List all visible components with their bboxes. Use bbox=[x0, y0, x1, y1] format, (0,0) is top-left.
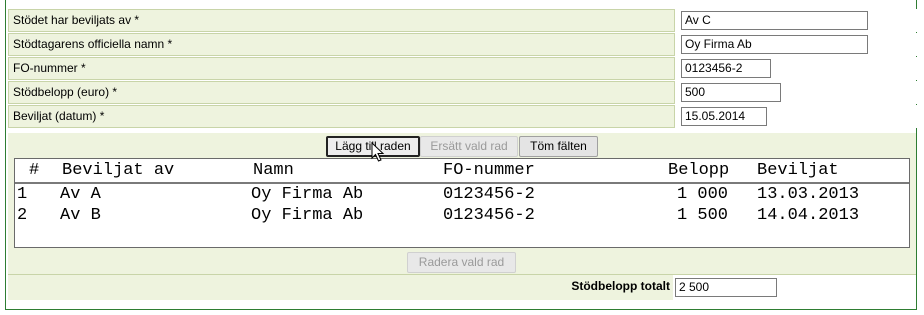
list-cell-amount: 1 500 bbox=[677, 206, 729, 225]
field-label-granted-by: Stödet har beviljats av * bbox=[13, 13, 140, 27]
list-item[interactable]: 2 Av B Oy Firma Ab 0123456-2 1 500 14.04… bbox=[15, 206, 909, 227]
granted-date-input[interactable]: 15.05.2014 bbox=[681, 107, 767, 126]
field-label-amount: Stödbelopp (euro) * bbox=[13, 85, 118, 99]
granted-by-input[interactable]: Av C bbox=[681, 11, 868, 30]
list-header-business-id: FO-nummer bbox=[443, 161, 535, 180]
field-label-official-name: Stödtagarens officiella namn * bbox=[13, 37, 173, 51]
list-cell-name: Oy Firma Ab bbox=[251, 185, 364, 204]
list-area: # Beviljat av Namn FO-nummer Belopp Bevi… bbox=[8, 157, 916, 252]
field-label-granted-date: Beviljat (datum) * bbox=[13, 109, 105, 123]
list-header-name: Namn bbox=[253, 161, 294, 180]
list-header-number: # bbox=[29, 161, 40, 180]
field-row-granted-by: Stödet har beviljats av * Av C bbox=[8, 9, 917, 32]
field-row-amount: Stödbelopp (euro) * 500 bbox=[8, 81, 917, 104]
button-row: Lägg till raden Ersätt vald rad Töm fält… bbox=[8, 133, 916, 157]
list-header-amount: Belopp bbox=[668, 161, 730, 180]
list-header-granted-by: Beviljat av bbox=[62, 161, 175, 180]
clear-fields-button[interactable]: Töm fälten bbox=[519, 136, 598, 157]
list-cell-name: Oy Firma Ab bbox=[251, 206, 364, 225]
list-cell-business-id: 0123456-2 bbox=[443, 185, 535, 204]
list-cell-business-id: 0123456-2 bbox=[443, 206, 535, 225]
mouse-cursor-icon bbox=[371, 142, 385, 162]
total-label: Stödbelopp totalt bbox=[571, 279, 670, 293]
list-item[interactable]: 1 Av A Oy Firma Ab 0123456-2 1 000 13.03… bbox=[15, 185, 909, 206]
replace-row-button[interactable]: Ersätt vald rad bbox=[420, 136, 518, 157]
business-id-input[interactable]: 0123456-2 bbox=[681, 59, 771, 78]
list-cell-granted-date: 14.04.2013 bbox=[757, 206, 860, 225]
total-row: Stödbelopp totalt 2 500 bbox=[8, 274, 916, 300]
field-row-business-id: FO-nummer * 0123456-2 bbox=[8, 57, 917, 80]
list-cell-granted-by: Av B bbox=[60, 206, 101, 225]
delete-row-area: Radera vald rad bbox=[8, 251, 916, 274]
list-cell-number: 1 bbox=[17, 185, 28, 204]
field-row-granted-date: Beviljat (datum) * 15.05.2014 bbox=[8, 105, 917, 128]
official-name-input[interactable]: Oy Firma Ab bbox=[681, 35, 868, 54]
field-row-official-name: Stödtagarens officiella namn * Oy Firma … bbox=[8, 33, 917, 56]
field-label-business-id: FO-nummer * bbox=[13, 61, 86, 75]
list-header-granted-date: Beviljat bbox=[757, 161, 839, 180]
list-cell-granted-by: Av A bbox=[60, 185, 101, 204]
delete-row-button[interactable]: Radera vald rad bbox=[407, 252, 516, 273]
amount-input[interactable]: 500 bbox=[681, 83, 781, 102]
list-header: # Beviljat av Namn FO-nummer Belopp Bevi… bbox=[15, 159, 909, 184]
granted-aid-list[interactable]: # Beviljat av Namn FO-nummer Belopp Bevi… bbox=[14, 158, 910, 248]
list-cell-number: 2 bbox=[17, 206, 28, 225]
total-amount-field: 2 500 bbox=[675, 278, 777, 297]
list-cell-granted-date: 13.03.2013 bbox=[757, 185, 860, 204]
list-cell-amount: 1 000 bbox=[677, 185, 729, 204]
